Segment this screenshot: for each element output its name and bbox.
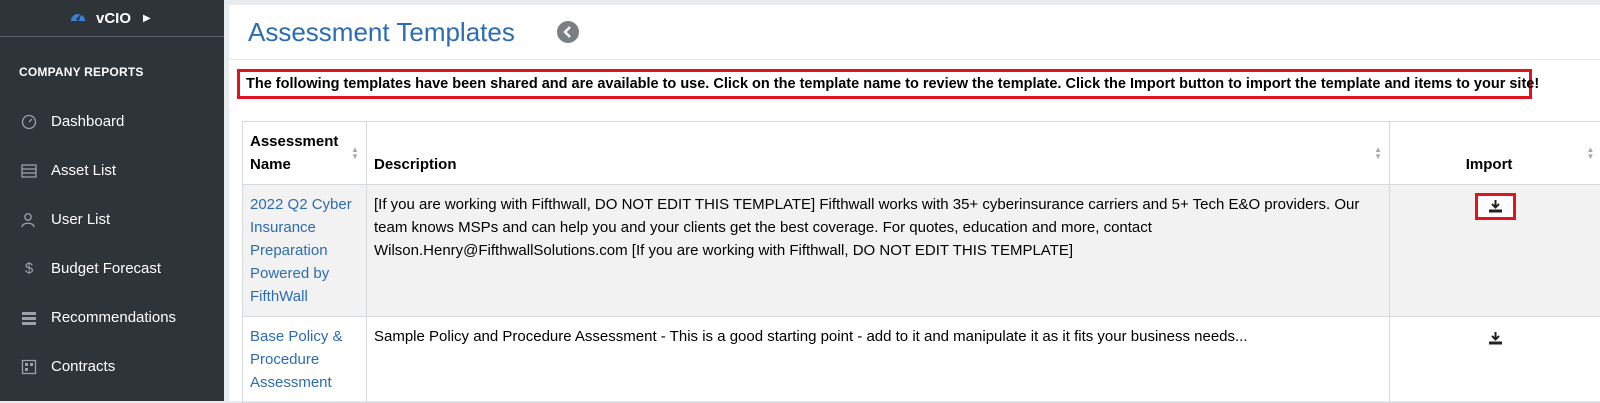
- notice-text: The following templates have been shared…: [246, 76, 1539, 92]
- main-content: Assessment Templates The following templ…: [229, 5, 1600, 401]
- templates-table: Assessment Name ▲▼ Description ▲▼ Import…: [242, 121, 1600, 403]
- import-button[interactable]: [1475, 193, 1516, 220]
- sort-icon: ▲▼: [351, 146, 360, 160]
- table-header-row: Assessment Name ▲▼ Description ▲▼ Import…: [243, 122, 1600, 185]
- sidebar-item-label: Dashboard: [51, 113, 124, 130]
- sidebar-item-contracts[interactable]: Contracts: [0, 342, 224, 391]
- template-name-link[interactable]: 2022 Q2 Cyber Insurance Preparation Powe…: [250, 196, 352, 305]
- app-switcher[interactable]: vCIO ▶: [0, 0, 224, 37]
- template-description: [If you are working with Fifthwall, DO N…: [366, 185, 1389, 317]
- back-button[interactable]: [557, 21, 579, 43]
- app-name: vCIO: [96, 10, 131, 27]
- column-header-assessment-name[interactable]: Assessment Name ▲▼: [243, 122, 367, 185]
- calendar-icon: [20, 358, 38, 376]
- column-header-description[interactable]: Description ▲▼: [366, 122, 1389, 185]
- table-row: Base Policy & Procedure Assessment Sampl…: [243, 317, 1600, 403]
- template-description: Sample Policy and Procedure Assessment -…: [366, 317, 1389, 403]
- sort-icon: ▲▼: [1586, 146, 1595, 160]
- download-icon: [1488, 332, 1503, 345]
- sidebar-item-label: Contracts: [51, 358, 115, 375]
- dollar-icon: $: [20, 260, 38, 278]
- stack-icon: [20, 309, 38, 327]
- sidebar-item-user-list[interactable]: User List: [0, 195, 224, 244]
- sidebar: vCIO ▶ COMPANY REPORTS Dashboard Asset L…: [0, 0, 224, 401]
- shared-templates-notice: The following templates have been shared…: [237, 69, 1532, 99]
- dashboard-gauge-icon: [70, 9, 86, 27]
- sidebar-section-heading: COMPANY REPORTS: [0, 37, 224, 85]
- table-row: 2022 Q2 Cyber Insurance Preparation Powe…: [243, 185, 1600, 317]
- user-icon: [20, 211, 38, 229]
- list-icon: [20, 162, 38, 180]
- sidebar-item-asset-list[interactable]: Asset List: [0, 146, 224, 195]
- gauge-icon: [20, 113, 38, 131]
- column-header-import[interactable]: Import ▲▼: [1390, 122, 1600, 185]
- sidebar-item-label: Budget Forecast: [51, 260, 161, 277]
- caret-right-icon: ▶: [143, 13, 151, 24]
- template-name-link[interactable]: Base Policy & Procedure Assessment: [250, 328, 343, 391]
- sidebar-item-budget-forecast[interactable]: $ Budget Forecast: [0, 244, 224, 293]
- page-header: Assessment Templates: [229, 5, 1600, 60]
- sidebar-item-label: User List: [51, 211, 110, 228]
- import-button[interactable]: [1475, 325, 1516, 352]
- page-title: Assessment Templates: [248, 17, 515, 48]
- sidebar-item-dashboard[interactable]: Dashboard: [0, 97, 224, 146]
- sidebar-item-label: Asset List: [51, 162, 116, 179]
- chevron-left-icon: [562, 26, 574, 38]
- sidebar-item-label: Recommendations: [51, 309, 176, 326]
- download-icon: [1488, 200, 1503, 213]
- sidebar-item-recommendations[interactable]: Recommendations: [0, 293, 224, 342]
- sort-icon: ▲▼: [1374, 146, 1383, 160]
